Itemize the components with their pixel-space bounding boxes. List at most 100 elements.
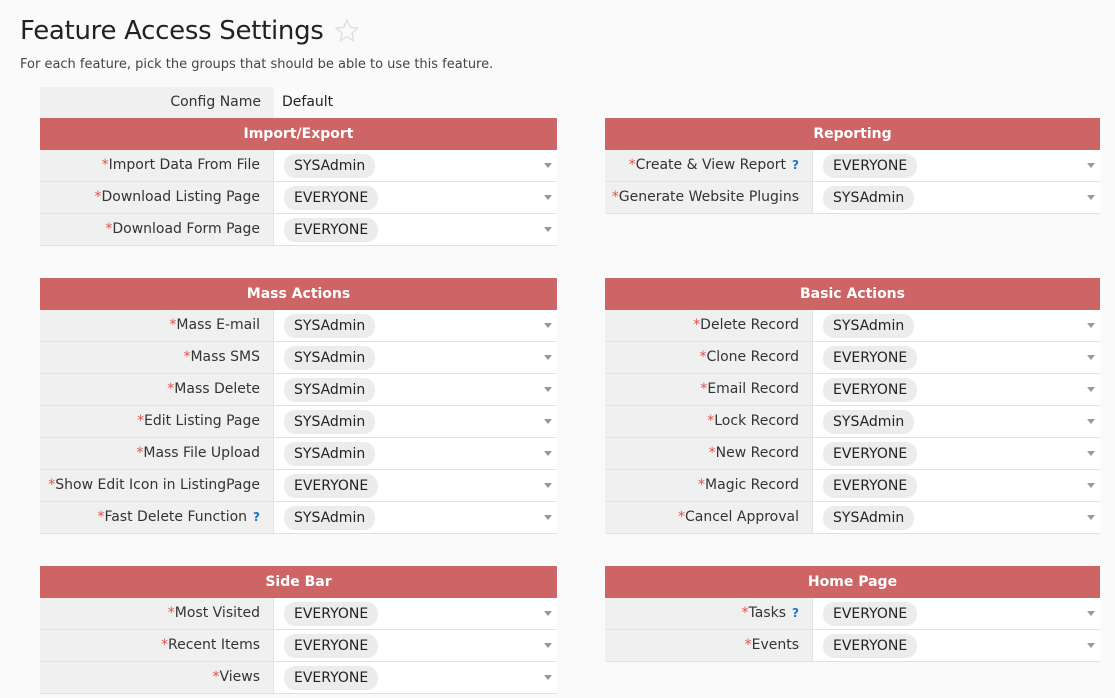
chevron-down-icon[interactable] bbox=[1087, 611, 1095, 616]
chevron-down-icon[interactable] bbox=[544, 387, 552, 392]
selected-group-chip[interactable]: EVERYONE bbox=[284, 601, 379, 626]
selected-group-chip[interactable]: SYSAdmin bbox=[823, 505, 915, 530]
group-select-cancel-approval[interactable]: SYSAdmin bbox=[813, 502, 1100, 533]
group-select-generate-website-plugins[interactable]: SYSAdmin bbox=[813, 182, 1100, 213]
group-select-tasks[interactable]: EVERYONE bbox=[813, 598, 1100, 629]
chevron-down-icon[interactable] bbox=[544, 675, 552, 680]
selected-group-chip[interactable]: EVERYONE bbox=[823, 153, 918, 178]
group-select-lock-record[interactable]: SYSAdmin bbox=[813, 406, 1100, 437]
setting-label-text: Cancel Approval bbox=[685, 509, 799, 525]
chevron-down-icon[interactable] bbox=[544, 611, 552, 616]
chevron-down-icon[interactable] bbox=[1087, 483, 1095, 488]
chevron-down-icon[interactable] bbox=[544, 163, 552, 168]
selected-group-chip[interactable]: SYSAdmin bbox=[823, 313, 915, 338]
setting-row-show-edit-icon-in-listingpage: *Show Edit Icon in ListingPage EVERYONE bbox=[40, 470, 557, 502]
group-select-events[interactable]: EVERYONE bbox=[813, 630, 1100, 661]
setting-label: *Recent Items bbox=[40, 630, 274, 661]
group-select-mass-e-mail[interactable]: SYSAdmin bbox=[274, 310, 557, 341]
chevron-down-icon[interactable] bbox=[1087, 195, 1095, 200]
selected-group-chip[interactable]: SYSAdmin bbox=[284, 409, 376, 434]
chevron-down-icon[interactable] bbox=[544, 323, 552, 328]
setting-row-download-form-page: *Download Form Page EVERYONE bbox=[40, 214, 557, 246]
setting-label: *Create & View Report? bbox=[605, 150, 813, 181]
selected-group-chip[interactable]: EVERYONE bbox=[823, 633, 918, 658]
selected-group-chip[interactable]: EVERYONE bbox=[284, 665, 379, 690]
setting-row-recent-items: *Recent Items EVERYONE bbox=[40, 630, 557, 662]
setting-label: *Email Record bbox=[605, 374, 813, 405]
chevron-down-icon[interactable] bbox=[1087, 163, 1095, 168]
group-select-most-visited[interactable]: EVERYONE bbox=[274, 598, 557, 629]
selected-group-chip[interactable]: EVERYONE bbox=[284, 633, 379, 658]
group-select-import-data-from-file[interactable]: SYSAdmin bbox=[274, 150, 557, 181]
setting-row-download-listing-page: *Download Listing Page EVERYONE bbox=[40, 182, 557, 214]
group-select-show-edit-icon-in-listingpage[interactable]: EVERYONE bbox=[274, 470, 557, 501]
group-select-magic-record[interactable]: EVERYONE bbox=[813, 470, 1100, 501]
group-select-mass-sms[interactable]: SYSAdmin bbox=[274, 342, 557, 373]
selected-group-chip[interactable]: EVERYONE bbox=[823, 377, 918, 402]
group-select-download-form-page[interactable]: EVERYONE bbox=[274, 214, 557, 245]
group-select-email-record[interactable]: EVERYONE bbox=[813, 374, 1100, 405]
chevron-down-icon[interactable] bbox=[1087, 643, 1095, 648]
selected-group-chip[interactable]: EVERYONE bbox=[284, 473, 379, 498]
chevron-down-icon[interactable] bbox=[544, 227, 552, 232]
setting-label-text: New Record bbox=[715, 445, 799, 461]
setting-label: *Edit Listing Page bbox=[40, 406, 274, 437]
page-title-text: Feature Access Settings bbox=[20, 16, 324, 46]
setting-label: *Mass SMS bbox=[40, 342, 274, 373]
selected-group-chip[interactable]: EVERYONE bbox=[823, 473, 918, 498]
selected-group-chip[interactable]: SYSAdmin bbox=[284, 313, 376, 338]
selected-group-chip[interactable]: SYSAdmin bbox=[284, 153, 376, 178]
selected-group-chip[interactable]: SYSAdmin bbox=[284, 377, 376, 402]
chevron-down-icon[interactable] bbox=[1087, 419, 1095, 424]
group-select-mass-file-upload[interactable]: SYSAdmin bbox=[274, 438, 557, 469]
selected-group-chip[interactable]: EVERYONE bbox=[823, 345, 918, 370]
selected-group-chip[interactable]: SYSAdmin bbox=[284, 345, 376, 370]
setting-label: *Generate Website Plugins bbox=[605, 182, 813, 213]
chevron-down-icon[interactable] bbox=[544, 515, 552, 520]
help-icon[interactable]: ? bbox=[253, 502, 260, 533]
setting-row-import-data-from-file: *Import Data From File SYSAdmin bbox=[40, 150, 557, 182]
group-select-delete-record[interactable]: SYSAdmin bbox=[813, 310, 1100, 341]
selected-group-chip[interactable]: EVERYONE bbox=[823, 601, 918, 626]
group-select-edit-listing-page[interactable]: SYSAdmin bbox=[274, 406, 557, 437]
required-asterisk: * bbox=[101, 157, 109, 173]
selected-group-chip[interactable]: SYSAdmin bbox=[823, 409, 915, 434]
chevron-down-icon[interactable] bbox=[1087, 323, 1095, 328]
setting-label-text: Delete Record bbox=[700, 317, 799, 333]
selected-group-chip[interactable]: SYSAdmin bbox=[284, 505, 376, 530]
chevron-down-icon[interactable] bbox=[1087, 387, 1095, 392]
chevron-down-icon[interactable] bbox=[544, 483, 552, 488]
favorite-star-icon[interactable] bbox=[334, 18, 360, 44]
config-name-value: Default bbox=[274, 87, 557, 118]
chevron-down-icon[interactable] bbox=[544, 643, 552, 648]
group-select-recent-items[interactable]: EVERYONE bbox=[274, 630, 557, 661]
group-select-download-listing-page[interactable]: EVERYONE bbox=[274, 182, 557, 213]
help-icon[interactable]: ? bbox=[792, 150, 799, 181]
group-select-new-record[interactable]: EVERYONE bbox=[813, 438, 1100, 469]
selected-group-chip[interactable]: SYSAdmin bbox=[284, 441, 376, 466]
group-select-clone-record[interactable]: EVERYONE bbox=[813, 342, 1100, 373]
group-select-views[interactable]: EVERYONE bbox=[274, 662, 557, 693]
group-select-create-view-report[interactable]: EVERYONE bbox=[813, 150, 1100, 181]
chevron-down-icon[interactable] bbox=[544, 451, 552, 456]
section-header: Home Page bbox=[605, 566, 1100, 598]
chevron-down-icon[interactable] bbox=[1087, 355, 1095, 360]
selected-group-chip[interactable]: EVERYONE bbox=[284, 185, 379, 210]
selected-group-chip[interactable]: EVERYONE bbox=[284, 217, 379, 242]
setting-label-text: Generate Website Plugins bbox=[618, 189, 799, 205]
chevron-down-icon[interactable] bbox=[1087, 515, 1095, 520]
setting-row-delete-record: *Delete Record SYSAdmin bbox=[605, 310, 1100, 342]
setting-label-text: Magic Record bbox=[705, 477, 799, 493]
chevron-down-icon[interactable] bbox=[544, 419, 552, 424]
chevron-down-icon[interactable] bbox=[1087, 451, 1095, 456]
group-select-fast-delete-function[interactable]: SYSAdmin bbox=[274, 502, 557, 533]
chevron-down-icon[interactable] bbox=[544, 355, 552, 360]
selected-group-chip[interactable]: SYSAdmin bbox=[823, 185, 915, 210]
chevron-down-icon[interactable] bbox=[544, 195, 552, 200]
help-icon[interactable]: ? bbox=[792, 598, 799, 629]
setting-label-text: Download Form Page bbox=[112, 221, 260, 237]
group-select-mass-delete[interactable]: SYSAdmin bbox=[274, 374, 557, 405]
setting-label: *Clone Record bbox=[605, 342, 813, 373]
setting-row-mass-e-mail: *Mass E-mail SYSAdmin bbox=[40, 310, 557, 342]
selected-group-chip[interactable]: EVERYONE bbox=[823, 441, 918, 466]
